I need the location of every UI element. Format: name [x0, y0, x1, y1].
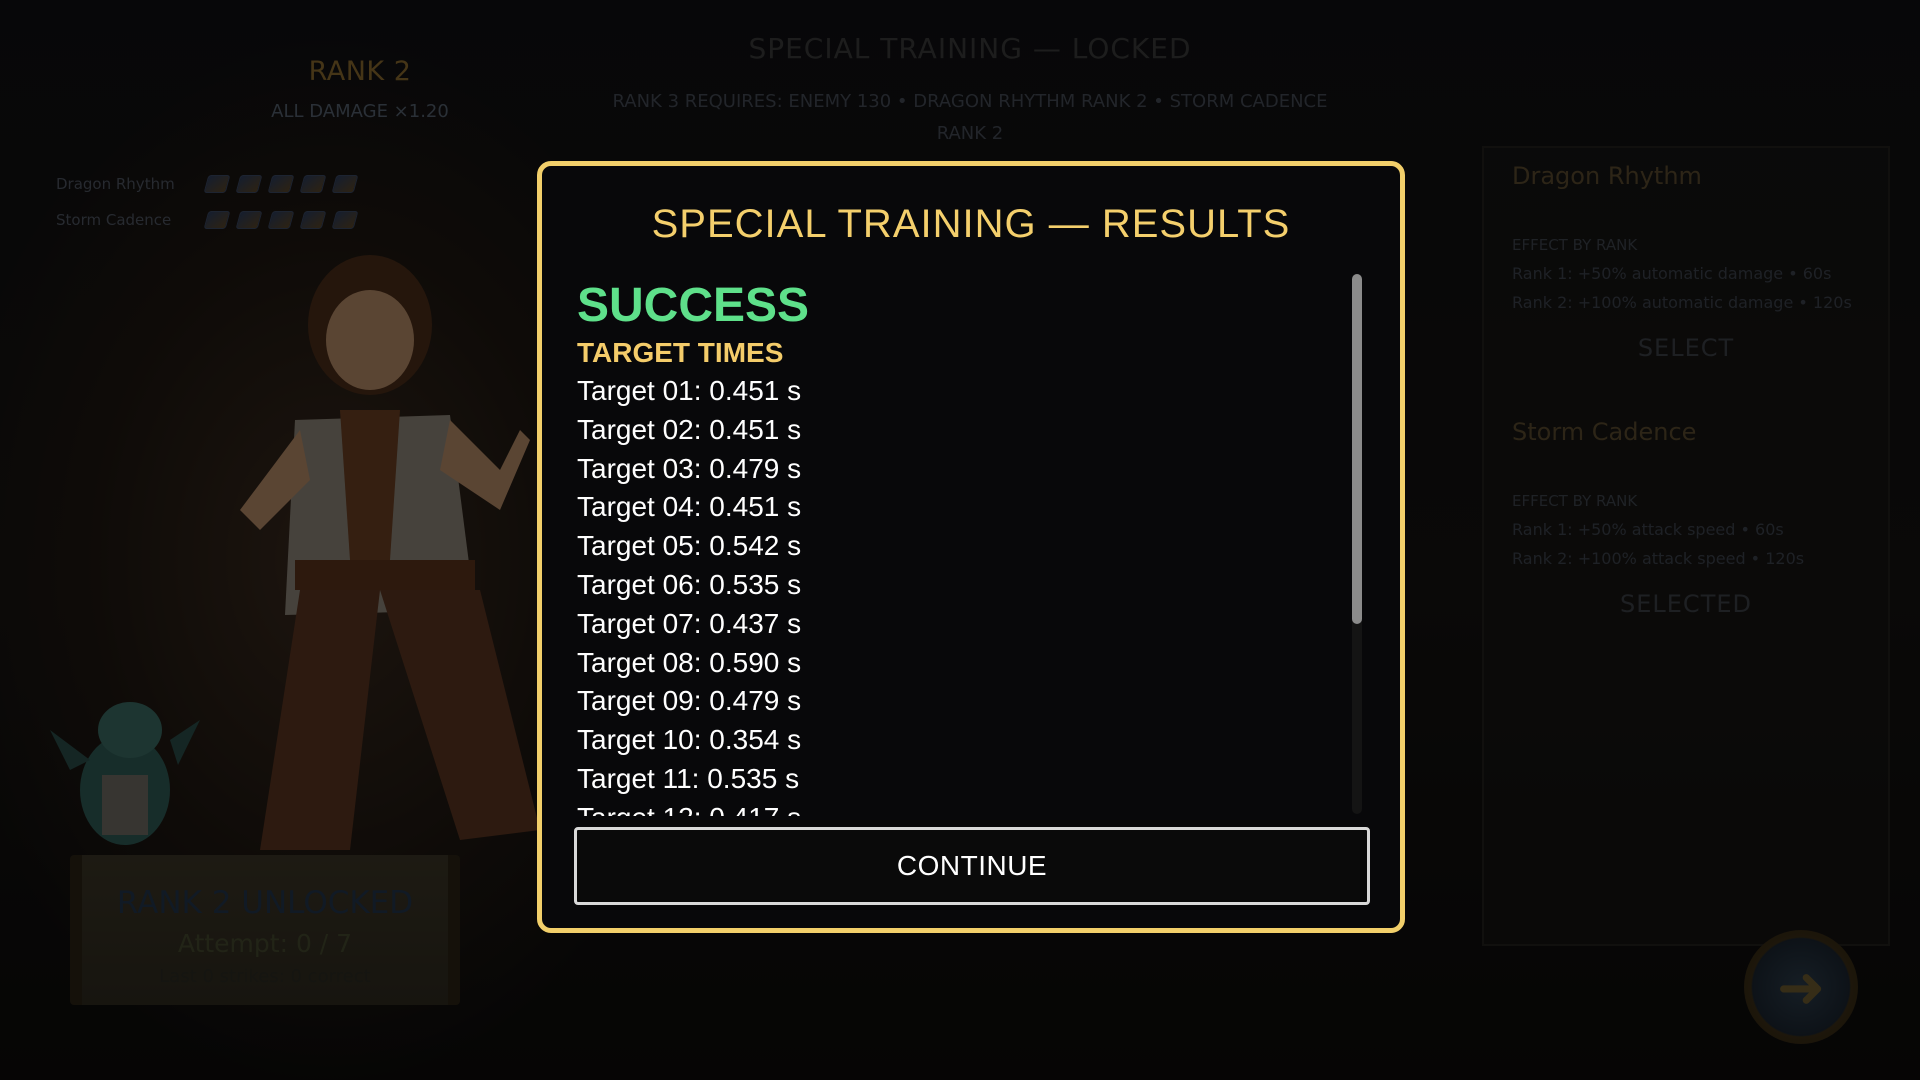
target-time-row: Target 05: 0.542 s: [577, 530, 802, 562]
target-time-row: Target 12: 0.417 s: [577, 799, 1347, 816]
results-modal: SPECIAL TRAINING — RESULTS SUCCESS TARGE…: [537, 161, 1405, 933]
target-time-row: Target 07: 0.437 s: [577, 607, 802, 639]
target-time-row: Target 02: 0.451 s: [577, 413, 802, 445]
target-time-row: Target 09: 0.479 s: [577, 685, 802, 717]
target-time-row: Target 08: 0.590 s: [577, 646, 802, 678]
result-status: SUCCESS: [577, 279, 810, 332]
results-list[interactable]: SUCCESS TARGET TIMES Target 01: 0.451 s …: [577, 272, 1347, 816]
target-time-row: Target 10: 0.354 s: [577, 724, 802, 756]
target-time-row: Target 11: 0.535 s: [577, 762, 800, 794]
modal-title: SPECIAL TRAINING — RESULTS: [651, 202, 1291, 246]
target-time-row: Target 03: 0.479 s: [577, 452, 802, 484]
continue-button[interactable]: CONTINUE: [574, 827, 1370, 905]
target-time-row: Target 01: 0.451 s: [577, 375, 802, 406]
target-time-row: Target 04: 0.451 s: [577, 491, 802, 523]
target-times-header: TARGET TIMES: [577, 337, 784, 368]
results-scrollbar[interactable]: [1352, 274, 1362, 814]
target-time-row: Target 06: 0.535 s: [577, 568, 802, 600]
scrollbar-thumb[interactable]: [1352, 274, 1362, 624]
